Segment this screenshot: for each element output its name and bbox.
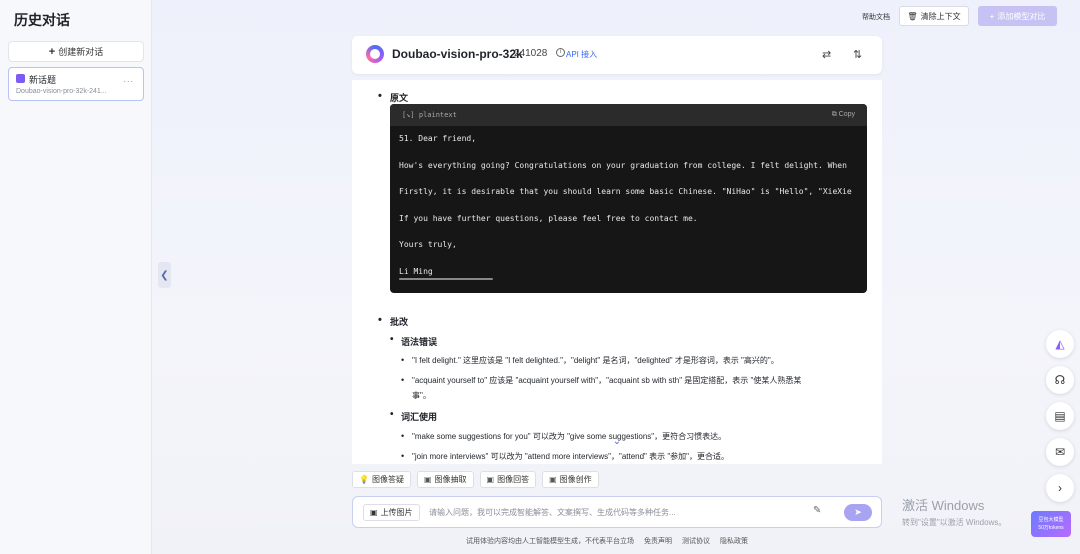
code-line: Yours truly, <box>399 240 457 249</box>
new-chat-label: 创建新对话 <box>58 47 104 57</box>
code-line: 51. Dear friend, <box>399 134 477 143</box>
model-header: Doubao-vision-pro-32k 241028 i API 接入 ⇄ … <box>352 36 882 74</box>
list-item: "make some suggestions for you" 可以改为 "gi… <box>401 430 862 443</box>
image-icon: ▣ <box>549 475 557 484</box>
new-chat-button[interactable]: + 创建新对话 <box>8 41 144 62</box>
more-options-icon[interactable]: ... <box>123 74 134 84</box>
chevron-right-icon[interactable]: › <box>1046 474 1074 502</box>
bulb-icon: 💡 <box>359 475 369 484</box>
copy-button[interactable]: ⧉ Copy <box>832 111 855 119</box>
api-access-link[interactable]: API 接入 <box>566 49 597 60</box>
footer: 试用体验内容均由人工智能模型生成，不代表平台立场 免责声明 测试协议 隐私政策 <box>466 536 748 546</box>
list-item: "join more interviews" 可以改为 "attend more… <box>401 450 862 463</box>
chat-content[interactable]: 原文 [↘] plaintext ⧉ Copy 51. Dear friend,… <box>352 80 882 464</box>
chat-input[interactable] <box>429 504 809 521</box>
test-agreement-link[interactable]: 测试协议 <box>682 536 710 546</box>
image-icon: ▣ <box>423 475 432 484</box>
feedback-icon[interactable]: ✉ <box>1046 438 1074 466</box>
windows-activation-title: 激活 Windows <box>902 498 985 513</box>
plus-icon: + <box>48 45 56 58</box>
grammar-errors-title: 语法错误 <box>390 334 437 348</box>
help-docs-link[interactable]: 帮助文档 <box>862 12 890 22</box>
add-model-compare-button[interactable]: + 添加模型对比 <box>978 6 1057 26</box>
code-language: [↘] plaintext <box>402 111 457 119</box>
code-horizontal-scrollbar[interactable] <box>399 278 493 280</box>
sidebar: 历史对话 + 创建新对话 新话题 Doubao-vision-pro-32k-2… <box>0 0 152 554</box>
list-item-continuation: 事"。 <box>412 391 431 400</box>
code-block: [↘] plaintext ⧉ Copy 51. Dear friend, Ho… <box>390 104 867 293</box>
info-icon[interactable]: i <box>556 48 565 57</box>
promo-badge[interactable]: 豆包大模型 50万tokens <box>1031 511 1071 537</box>
docs-book-icon[interactable]: ▤ <box>1046 402 1074 430</box>
customer-service-icon[interactable]: ☊ <box>1046 366 1074 394</box>
send-button[interactable]: ➤ <box>844 504 872 521</box>
swap-icon[interactable]: ⇄ <box>822 48 831 61</box>
privacy-policy-link[interactable]: 隐私政策 <box>720 536 748 546</box>
clear-context-label: 清除上下文 <box>920 11 961 21</box>
code-body: 51. Dear friend, How's everything going?… <box>399 134 859 293</box>
model-version: 241028 <box>514 48 548 59</box>
quick-action-create[interactable]: ▣ 图像创作 <box>542 471 599 488</box>
windows-activation-subtitle: 转到"设置"以激活 Windows。 <box>902 518 1007 527</box>
quick-action-answer[interactable]: ▣ 图像回答 <box>479 471 537 488</box>
plus-icon: + <box>989 11 995 21</box>
vocabulary-title: 词汇使用 <box>390 409 437 423</box>
upload-image-button[interactable]: ▣ 上传图片 <box>363 504 420 521</box>
section-correction-title: 批改 <box>378 314 408 328</box>
section-original-title: 原文 <box>378 90 408 104</box>
disclaimer-link[interactable]: 免责声明 <box>644 536 672 546</box>
windows-activation-watermark: 激活 Windows 转到"设置"以激活 Windows。 <box>902 495 1006 528</box>
ai-assistant-icon[interactable]: ◭ <box>1046 330 1074 358</box>
quick-action-extract[interactable]: ▣ 图像抽取 <box>416 471 474 488</box>
chat-bubble-icon <box>16 74 25 83</box>
trash-icon: 🗑 <box>907 11 918 21</box>
quick-actions: 💡 图像答疑 ▣ 图像抽取 ▣ 图像回答 ▣ 图像创作 <box>352 471 599 488</box>
history-item[interactable]: 新话题 Doubao-vision-pro-32k-241... ... <box>8 67 144 101</box>
history-item-title: 新话题 <box>29 75 57 85</box>
upload-label: 上传图片 <box>380 508 413 517</box>
chat-input-box: ▣ 上传图片 ✎ ➤ <box>352 496 882 528</box>
add-model-label: 添加模型对比 <box>997 11 1046 21</box>
list-item: "I felt delight." 这里应该是 "I felt delighte… <box>401 354 862 367</box>
code-header: [↘] plaintext ⧉ Copy <box>390 104 867 126</box>
code-line: If you have further questions, please fe… <box>399 213 698 223</box>
history-item-subtitle: Doubao-vision-pro-32k-241... <box>16 88 107 95</box>
collapse-sidebar-icon[interactable]: ❮ <box>158 262 171 288</box>
magic-wand-icon[interactable]: ✎ <box>813 505 821 516</box>
sidebar-title: 历史对话 <box>14 12 70 28</box>
code-line: How's everything going? Congratulations … <box>399 160 847 170</box>
clear-context-button[interactable]: 🗑 清除上下文 <box>899 6 969 26</box>
image-upload-icon: ▣ <box>370 508 378 517</box>
settings-sliders-icon[interactable]: ⇅ <box>853 48 862 61</box>
code-line: Firstly, it is desirable that you should… <box>399 187 852 196</box>
disclaimer-text: 试用体验内容均由人工智能模型生成，不代表平台立场 <box>466 538 634 545</box>
quick-action-qa[interactable]: 💡 图像答疑 <box>352 471 411 488</box>
image-icon: ▣ <box>486 475 495 484</box>
model-name: Doubao-vision-pro-32k <box>392 47 523 61</box>
doubao-logo-icon <box>366 45 384 63</box>
scroll-down-icon[interactable]: ⌄ <box>610 436 624 450</box>
list-item: "acquaint yourself to" 应该是 "acquaint you… <box>401 374 862 387</box>
